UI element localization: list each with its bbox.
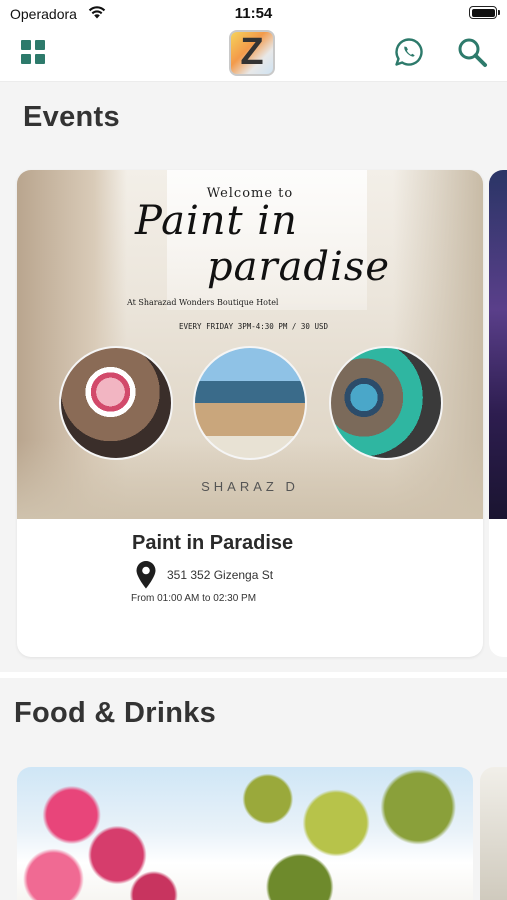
event-card[interactable]: Welcome to Paint in paradise At Sharazad… bbox=[17, 170, 483, 657]
battery-icon bbox=[469, 6, 500, 19]
logo-letter: Z bbox=[240, 31, 264, 73]
flyer-photo-1 bbox=[59, 346, 173, 460]
flyer-title-line-1: Paint in bbox=[135, 198, 298, 244]
event-time: From 01:00 AM to 02:30 PM bbox=[131, 593, 257, 604]
top-nav-bar: Z bbox=[0, 28, 507, 82]
next-event-card-peek[interactable] bbox=[489, 170, 507, 657]
app-logo[interactable]: Z bbox=[229, 30, 275, 76]
event-address: 351 352 Gizenga St bbox=[167, 568, 274, 582]
whatsapp-icon[interactable] bbox=[394, 37, 424, 67]
food-card[interactable] bbox=[17, 767, 473, 900]
events-section-title: Events bbox=[23, 101, 120, 133]
clock: 11:54 bbox=[234, 5, 273, 22]
flyer-title-line-2: paradise bbox=[207, 244, 391, 290]
flyer-photo-2 bbox=[193, 346, 307, 460]
food-drinks-section-title: Food & Drinks bbox=[14, 697, 217, 729]
event-flyer-image[interactable]: Welcome to Paint in paradise At Sharazad… bbox=[17, 170, 483, 519]
flyer-hotel-text: At Sharazad Wonders Boutique Hotel bbox=[127, 298, 279, 307]
next-food-card-peek[interactable] bbox=[480, 767, 507, 900]
flyer-photo-3 bbox=[329, 346, 443, 460]
location-pin-icon bbox=[136, 561, 156, 589]
search-icon[interactable] bbox=[456, 36, 488, 68]
status-bar: Operadora 11:54 bbox=[0, 0, 507, 28]
flyer-schedule-text: EVERY FRIDAY 3PM-4:30 PM / 30 USD bbox=[179, 322, 329, 331]
grid-menu-icon[interactable] bbox=[21, 40, 45, 64]
event-title[interactable]: Paint in Paradise bbox=[132, 532, 293, 555]
food-card-image bbox=[17, 767, 473, 900]
flyer-brand-text: SHARAZ D bbox=[201, 479, 299, 494]
next-event-image bbox=[489, 170, 507, 519]
